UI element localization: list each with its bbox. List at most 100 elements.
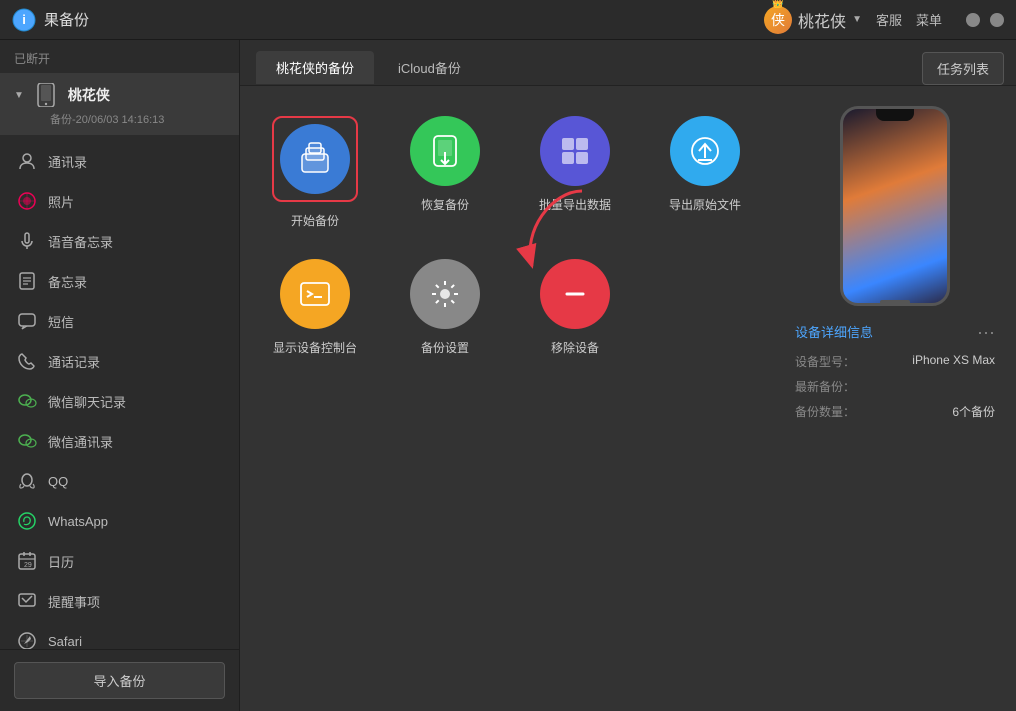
action-restore-backup[interactable]: 恢复备份 bbox=[390, 116, 500, 229]
action-export-raw[interactable]: 导出原始文件 bbox=[650, 116, 760, 229]
latest-backup-row: 最新备份： bbox=[795, 378, 995, 395]
sidebar-item-reminders[interactable]: 提醒事项 bbox=[0, 581, 239, 621]
show-console-label: 显示设备控制台 bbox=[273, 339, 357, 356]
calendar-icon: 29 bbox=[16, 550, 38, 572]
sidebar-item-qq[interactable]: QQ bbox=[0, 461, 239, 501]
device-phone-icon bbox=[32, 81, 60, 109]
backup-count-value: 6个备份 bbox=[952, 403, 995, 420]
remove-device-label: 移除设备 bbox=[551, 339, 599, 356]
voice-memo-icon bbox=[16, 230, 38, 252]
sidebar-item-whatsapp[interactable]: WhatsApp bbox=[0, 501, 239, 541]
wechat-icon bbox=[16, 390, 38, 412]
service-btn[interactable]: 客服 bbox=[876, 10, 902, 29]
svg-text:29: 29 bbox=[24, 562, 32, 569]
reminders-label: 提醒事项 bbox=[48, 592, 100, 611]
sms-label: 短信 bbox=[48, 312, 74, 331]
user-profile[interactable]: 👑 侠 桃花侠 ▼ bbox=[764, 6, 862, 34]
photos-icon bbox=[16, 190, 38, 212]
contacts-icon bbox=[16, 150, 38, 172]
action-show-console[interactable]: 显示设备控制台 bbox=[260, 259, 370, 356]
action-backup-settings[interactable]: 备份设置 bbox=[390, 259, 500, 356]
sidebar-item-wechat[interactable]: 微信聊天记录 bbox=[0, 381, 239, 421]
device-info-more-btn[interactable]: ··· bbox=[977, 323, 995, 341]
avatar: 👑 侠 bbox=[764, 6, 792, 34]
sidebar-item-call-log[interactable]: 通话记录 bbox=[0, 341, 239, 381]
action-start-backup[interactable]: 开始备份 bbox=[260, 116, 370, 229]
restore-backup-label: 恢复备份 bbox=[421, 196, 469, 213]
start-backup-icon bbox=[296, 140, 334, 178]
actions-area: 开始备份 恢复备份 bbox=[240, 86, 780, 711]
voice-memo-label: 语音备忘录 bbox=[48, 232, 113, 251]
user-name: 桃花侠 bbox=[798, 8, 846, 32]
sidebar-status: 已断开 bbox=[0, 40, 239, 73]
phone-notch bbox=[876, 109, 914, 121]
device-info-header: 设备详细信息 ··· bbox=[795, 322, 995, 341]
action-remove-device[interactable]: 移除设备 bbox=[520, 259, 630, 356]
device-info-panel: 设备详细信息 ··· 设备型号： iPhone XS Max 最新备份： 备份数… bbox=[795, 322, 995, 428]
import-backup-btn[interactable]: 导入备份 bbox=[14, 662, 225, 699]
actions-grid: 开始备份 恢复备份 bbox=[260, 116, 760, 356]
latest-backup-label: 最新备份： bbox=[795, 378, 855, 395]
sidebar-item-voice-memo[interactable]: 语音备忘录 bbox=[0, 221, 239, 261]
dropdown-arrow-icon: ▼ bbox=[852, 14, 862, 25]
backup-settings-icon bbox=[426, 275, 464, 313]
sidebar-item-contacts[interactable]: 通讯录 bbox=[0, 141, 239, 181]
right-panel: 设备详细信息 ··· 设备型号： iPhone XS Max 最新备份： 备份数… bbox=[780, 86, 1016, 711]
titlebar: i 果备份 👑 侠 桃花侠 ▼ 客服 菜单 — ✕ bbox=[0, 0, 1016, 40]
minimize-button[interactable]: — bbox=[966, 13, 980, 27]
safari-icon bbox=[16, 630, 38, 649]
whatsapp-label: WhatsApp bbox=[48, 514, 108, 529]
device-model-value: iPhone XS Max bbox=[912, 353, 995, 370]
sms-icon bbox=[16, 310, 38, 332]
svg-text:i: i bbox=[22, 12, 26, 27]
batch-export-label: 批量导出数据 bbox=[539, 196, 611, 213]
tab-icloud-backup[interactable]: iCloud备份 bbox=[378, 51, 481, 84]
device-backup-info: 备份-20/06/03 14:16:13 bbox=[14, 111, 225, 127]
sidebar-item-photos[interactable]: 照片 bbox=[0, 181, 239, 221]
notes-label: 备忘录 bbox=[48, 272, 87, 291]
task-list-btn[interactable]: 任务列表 bbox=[922, 52, 1004, 85]
sidebar-item-safari[interactable]: Safari bbox=[0, 621, 239, 649]
sidebar-footer: 导入备份 bbox=[0, 649, 239, 711]
qq-icon bbox=[16, 470, 38, 492]
content-body: 开始备份 恢复备份 bbox=[240, 86, 1016, 711]
backup-count-row: 备份数量： 6个备份 bbox=[795, 403, 995, 420]
wechat-label: 微信聊天记录 bbox=[48, 392, 126, 411]
sidebar: 已断开 ▼ 桃花侠 备份-20/06/03 14:16:13 bbox=[0, 40, 240, 711]
window-controls: — ✕ bbox=[966, 13, 1004, 27]
call-log-label: 通话记录 bbox=[48, 352, 100, 371]
device-model-row: 设备型号： iPhone XS Max bbox=[795, 353, 995, 370]
device-info-title: 设备详细信息 bbox=[795, 322, 873, 341]
crown-icon: 👑 bbox=[772, 0, 784, 9]
collapse-icon: ▼ bbox=[14, 90, 24, 101]
sidebar-item-calendar[interactable]: 29 日历 bbox=[0, 541, 239, 581]
sidebar-nav: 通讯录 照片 语音备忘录 备忘录 bbox=[0, 135, 239, 649]
qq-label: QQ bbox=[48, 474, 68, 489]
app-title: 果备份 bbox=[44, 9, 764, 30]
device-item[interactable]: ▼ 桃花侠 备份-20/06/03 14:16:13 bbox=[0, 73, 239, 135]
phone-preview bbox=[840, 106, 950, 306]
wechat-contacts-label: 微信通讯录 bbox=[48, 432, 113, 451]
export-raw-icon bbox=[686, 132, 724, 170]
action-batch-export[interactable]: 批量导出数据 bbox=[520, 116, 630, 229]
call-log-icon bbox=[16, 350, 38, 372]
export-raw-label: 导出原始文件 bbox=[669, 196, 741, 213]
notes-icon bbox=[16, 270, 38, 292]
sidebar-item-sms[interactable]: 短信 bbox=[0, 301, 239, 341]
contacts-label: 通讯录 bbox=[48, 152, 87, 171]
calendar-label: 日历 bbox=[48, 552, 74, 571]
sidebar-item-wechat-contacts[interactable]: 微信通讯录 bbox=[0, 421, 239, 461]
device-model-label: 设备型号： bbox=[795, 353, 855, 370]
start-backup-label: 开始备份 bbox=[291, 212, 339, 229]
backup-settings-label: 备份设置 bbox=[421, 339, 469, 356]
menu-btn[interactable]: 菜单 bbox=[916, 10, 942, 29]
wechat-contacts-icon bbox=[16, 430, 38, 452]
close-button[interactable]: ✕ bbox=[990, 13, 1004, 27]
batch-export-icon bbox=[556, 132, 594, 170]
sidebar-item-notes[interactable]: 备忘录 bbox=[0, 261, 239, 301]
tabs-bar: 桃花侠的备份 iCloud备份 任务列表 bbox=[240, 40, 1016, 86]
tab-local-backup[interactable]: 桃花侠的备份 bbox=[256, 51, 374, 84]
phone-home-indicator bbox=[880, 300, 910, 304]
reminders-icon bbox=[16, 590, 38, 612]
backup-count-label: 备份数量： bbox=[795, 403, 855, 420]
